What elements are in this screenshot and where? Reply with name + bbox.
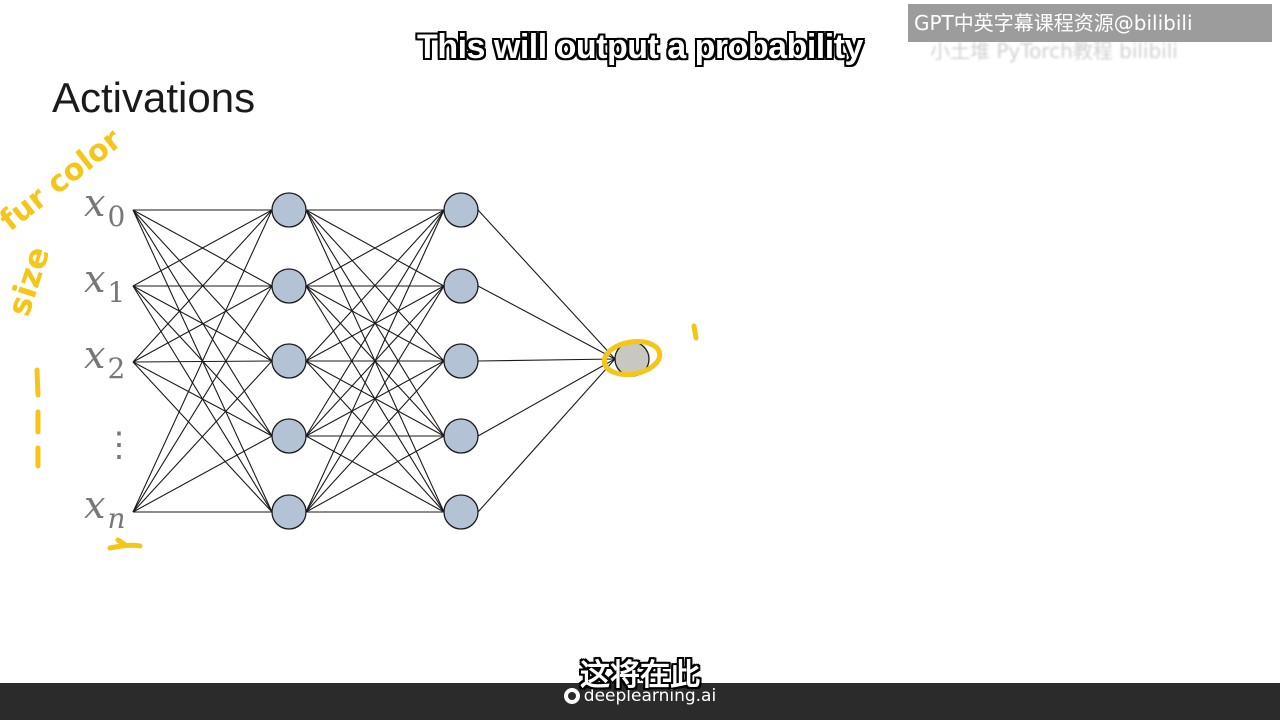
hidden-node <box>271 268 307 304</box>
subtitle-chinese: 这将在此 <box>580 658 700 693</box>
annotation-arrow <box>107 537 143 551</box>
edge <box>477 285 616 360</box>
hidden-node <box>271 418 307 454</box>
hidden-node <box>443 418 479 454</box>
neural-network-diagram: x0x1x2xn⋮ fur colorsize <box>0 122 699 551</box>
input-label: x0 <box>84 181 125 233</box>
hidden-node <box>271 343 307 379</box>
edge <box>477 358 616 437</box>
input-label: x2 <box>84 333 125 385</box>
ellipsis-label: ⋮ <box>102 425 136 465</box>
edge <box>132 435 273 513</box>
network-edges <box>132 209 616 513</box>
edge <box>477 358 616 362</box>
annotation-tick <box>691 323 699 341</box>
hidden-node <box>271 494 307 530</box>
hidden-node <box>443 192 479 228</box>
input-labels: x0 x1 x2 xn ⋮ <box>84 181 136 535</box>
edge <box>477 358 616 513</box>
annotation-dashes <box>34 367 41 469</box>
input-label: x1 <box>84 257 125 309</box>
hidden-node <box>443 268 479 304</box>
edge <box>477 209 616 360</box>
annotation-size: size <box>0 242 57 321</box>
hidden-node <box>271 192 307 228</box>
input-label: xn <box>84 483 125 535</box>
hidden-node <box>443 494 479 530</box>
hidden-node <box>443 343 479 379</box>
